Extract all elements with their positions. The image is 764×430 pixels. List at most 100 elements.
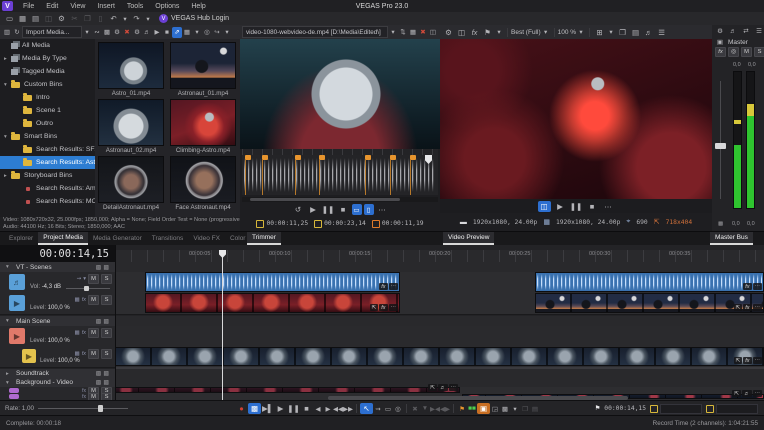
timeline-playhead[interactable]: [222, 250, 223, 400]
bin-item[interactable]: Outro: [0, 117, 95, 130]
cut-icon[interactable]: ✂: [68, 13, 81, 24]
autopreview-icon[interactable]: ⇗: [172, 27, 182, 38]
collapse-arrow-icon[interactable]: ▾: [6, 264, 13, 270]
audio-clip-2[interactable]: fx⋯: [535, 272, 764, 292]
clip-thumbnail[interactable]: [98, 99, 164, 146]
level-value[interactable]: 100,0 %: [48, 338, 70, 344]
meter-options-icon[interactable]: ☰: [754, 26, 764, 37]
bin-item[interactable]: Search Results: Astro: [0, 156, 95, 169]
split-icon[interactable]: ▼: [420, 403, 430, 414]
trimmer-video-display[interactable]: [240, 39, 440, 149]
pv-stop-icon[interactable]: ■: [586, 201, 599, 212]
preview-menu-icon[interactable]: ☰: [655, 27, 668, 38]
trimmer-marker-flag-icon[interactable]: [245, 155, 251, 160]
search-icon[interactable]: ◎: [202, 27, 212, 38]
stop-button[interactable]: ■: [300, 403, 313, 414]
pv-more-icon[interactable]: ⋯: [602, 201, 615, 212]
audio-track-icon[interactable]: ♬: [9, 274, 25, 290]
bin-item[interactable]: Tagged Media: [0, 65, 95, 78]
bin-item[interactable]: ▾Smart Bins: [0, 130, 95, 143]
lock-envelopes-icon[interactable]: ◲: [490, 403, 500, 414]
auto-ripple-button[interactable]: ▣: [477, 403, 490, 414]
video-mute-button[interactable]: M: [88, 295, 99, 305]
view-dropdown-icon[interactable]: ▾: [192, 27, 202, 38]
group-bus-icons[interactable]: ▩▩: [96, 379, 111, 386]
clip-mute-badge[interactable]: ♬: [438, 384, 448, 391]
media-clip[interactable]: DetailAstronaut.mp4: [96, 156, 166, 211]
tab-project-media[interactable]: Project Media: [38, 232, 88, 245]
tab-explorer[interactable]: Explorer: [4, 232, 38, 245]
tree-arrow-icon[interactable]: ▸: [4, 56, 11, 62]
selection-end-field[interactable]: [716, 404, 758, 414]
timeline-hscrollbar[interactable]: [328, 396, 628, 400]
trim-select-icon[interactable]: ▯: [364, 204, 374, 215]
solo-button[interactable]: S: [101, 328, 112, 338]
compositing-icon[interactable]: ▩: [75, 351, 80, 357]
redo-dropdown-icon[interactable]: ▾: [143, 13, 153, 24]
bin-item[interactable]: Search Results: SFX: [0, 143, 95, 156]
file-dropdown-icon[interactable]: ▾: [388, 27, 398, 38]
preview-zoom-select[interactable]: 100 %: [558, 29, 576, 36]
selection-start-field[interactable]: [660, 404, 702, 414]
video-solo-button[interactable]: S: [101, 295, 112, 305]
undo-dropdown-icon[interactable]: ▾: [120, 13, 130, 24]
track-header-audio[interactable]: ♬ Vol: -4,3 dB ⇝ ▾ M S: [0, 272, 115, 294]
grid-dropdown-icon[interactable]: ▾: [606, 27, 616, 38]
sort-icon[interactable]: ⇅: [398, 27, 408, 38]
properties-gear-icon[interactable]: ⚙: [55, 13, 68, 24]
audio-icon[interactable]: ♬: [142, 27, 152, 38]
media-clip[interactable]: Climbing-Astro.mp4: [168, 99, 238, 154]
zoom-dropdown-icon[interactable]: ▾: [576, 27, 586, 38]
menu-help[interactable]: Help: [185, 3, 211, 10]
trim-stop-icon[interactable]: ■: [337, 204, 350, 215]
trimmer-marker-flag-icon[interactable]: [410, 155, 416, 160]
track-fx-button[interactable]: fx: [82, 330, 86, 336]
prev-frame-button[interactable]: ◀: [313, 403, 323, 414]
bin-item[interactable]: ▸Media By Type: [0, 52, 95, 65]
external-monitor-icon[interactable]: ◫: [455, 27, 468, 38]
copy-frame-icon[interactable]: ❐: [616, 27, 629, 38]
video-clip-2[interactable]: ⇱fx⋯: [535, 293, 764, 313]
video-track-icon[interactable]: [9, 388, 19, 393]
tab-master-bus[interactable]: Master Bus: [710, 232, 753, 245]
quality-dropdown-icon[interactable]: ▾: [541, 27, 551, 38]
snap-icon[interactable]: ▩: [500, 403, 510, 414]
loop-playback-button[interactable]: ▩: [248, 403, 261, 414]
trimmer-file-selector[interactable]: video-1080-webvideo-de.mp4 [D:\Media\Edi…: [242, 26, 388, 38]
menu-insert[interactable]: Insert: [91, 3, 121, 10]
video-track-icon[interactable]: ▶: [9, 328, 25, 344]
track-header-video-3[interactable]: ▶ Level: 100,0 % ▩ fx M S: [0, 347, 115, 368]
bin-item[interactable]: ▾Custom Bins: [0, 78, 95, 91]
trimmer-marker-flag-icon[interactable]: [262, 155, 268, 160]
views-icon[interactable]: ▥: [2, 27, 12, 38]
bin-item[interactable]: ▸Storyboard Bins: [0, 169, 95, 182]
track-fx-button[interactable]: fx: [82, 297, 86, 303]
video-track-icon[interactable]: ▶: [9, 295, 25, 311]
clip-fx-badge[interactable]: fx: [379, 283, 387, 290]
clip-pan-badge[interactable]: ⇱: [428, 384, 437, 391]
master-fader-handle[interactable]: [715, 143, 726, 149]
preview-stop-icon[interactable]: ■: [162, 27, 172, 38]
clip-thumbnail[interactable]: [170, 42, 236, 89]
menu-file[interactable]: File: [17, 3, 40, 10]
tab-transitions[interactable]: Transitions: [147, 232, 189, 245]
video-clip-1[interactable]: ⇱fx⋯: [145, 293, 400, 313]
clip-fx-badge[interactable]: fx: [379, 304, 387, 311]
import-dropdown-icon[interactable]: ▾: [222, 27, 232, 38]
clip-thumbnail[interactable]: [170, 156, 236, 203]
open-project-icon[interactable]: ▦: [16, 13, 29, 24]
video-fx-icon[interactable]: fx: [468, 27, 481, 38]
tree-arrow-icon[interactable]: ▸: [4, 173, 11, 179]
bin-item[interactable]: Search Results: MOV: [0, 195, 95, 208]
group-bus-icons[interactable]: ▩▩: [96, 370, 111, 377]
paste-icon[interactable]: ▯: [94, 13, 107, 24]
tab-trimmer[interactable]: Trimmer: [247, 232, 281, 245]
view-mode-icon[interactable]: ▦: [182, 27, 192, 38]
clip-mute-badge[interactable]: ♬: [742, 390, 752, 397]
menu-tools[interactable]: Tools: [121, 3, 149, 10]
clip-pan-badge[interactable]: ⇱: [734, 357, 743, 364]
clip-fx-badge[interactable]: fx: [743, 357, 751, 364]
save-frame-icon[interactable]: ▤: [629, 27, 642, 38]
collapse-arrow-icon[interactable]: ▾: [6, 380, 13, 386]
master-solo-button[interactable]: S: [754, 47, 764, 57]
